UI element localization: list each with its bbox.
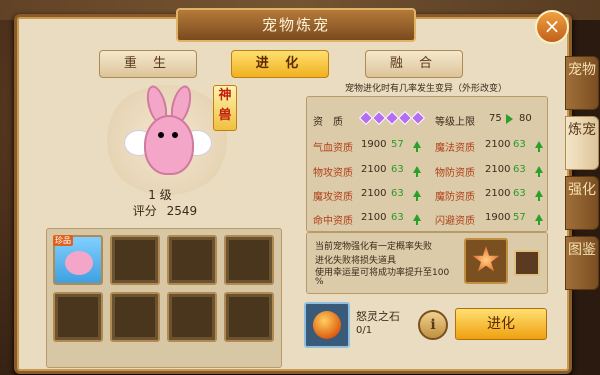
material-slot[interactable] xyxy=(304,302,350,348)
stat-name: 物攻资质 xyxy=(313,168,353,179)
stat-name: 魔法资质 xyxy=(435,143,475,154)
pet-slot[interactable] xyxy=(224,292,274,342)
stat-name: 命中资质 xyxy=(313,216,353,227)
stat-name: 魔防资质 xyxy=(435,192,475,203)
aptitude-gems xyxy=(358,110,426,126)
pet-level: 1 级 xyxy=(148,188,172,202)
fury-spirit-stone-icon xyxy=(313,311,341,339)
evolution-warning-box: 当前宠物强化有一定概率失败 进化失败将损失道具 使用幸运星可将成功率提升至100… xyxy=(306,232,548,294)
stat-value: 1900 xyxy=(361,139,387,150)
level-cap-to: 80 xyxy=(519,113,532,124)
stat-bonus: 63 xyxy=(391,164,404,175)
material-name: 怒灵之石 xyxy=(356,310,400,323)
rare-badge: 珍品 xyxy=(53,235,73,246)
up-arrow-icon xyxy=(535,190,543,201)
level-cap-label: 等级上限 xyxy=(435,117,475,128)
pet-slot[interactable] xyxy=(224,235,274,285)
stat-name: 物防资质 xyxy=(435,168,475,179)
warning-line: 使用幸运星可将成功率提升至100 xyxy=(315,268,450,278)
lucky-star-slot[interactable] xyxy=(464,238,508,284)
pet-slot[interactable] xyxy=(110,292,160,342)
pet-thumbnail-icon xyxy=(65,251,93,275)
stat-name: 魔攻资质 xyxy=(313,192,353,203)
pet-slot[interactable] xyxy=(53,292,103,342)
up-arrow-icon xyxy=(413,166,421,177)
side-tab-refine[interactable]: 炼宠 xyxy=(565,116,599,170)
up-arrow-icon xyxy=(535,141,543,152)
stat-value: 2100 xyxy=(485,188,511,199)
divine-beast-badge: 神兽 xyxy=(213,85,237,131)
up-arrow-icon xyxy=(413,190,421,201)
aptitude-label: 资 质 xyxy=(313,117,343,128)
up-arrow-icon xyxy=(413,214,421,225)
stat-value: 2100 xyxy=(485,139,511,150)
stat-value: 2100 xyxy=(361,212,387,223)
side-tab-enhance[interactable]: 强化 xyxy=(565,176,599,230)
stat-bonus: 63 xyxy=(391,188,404,199)
up-arrow-icon xyxy=(535,166,543,177)
evolve-button[interactable]: 进化 xyxy=(455,308,547,340)
pet-model xyxy=(144,115,194,175)
pet-score: 评分 2549 xyxy=(120,202,210,219)
tab-merge[interactable]: 融 合 xyxy=(365,50,463,78)
pet-slot[interactable] xyxy=(110,235,160,285)
stat-name: 气血资质 xyxy=(313,143,353,154)
side-tab-pet[interactable]: 宠物 xyxy=(565,56,599,110)
material-count: 0/1 xyxy=(356,325,373,336)
warning-line: 当前宠物强化有一定概率失败 xyxy=(315,242,433,252)
stat-bonus: 57 xyxy=(391,139,404,150)
score-label: 评分 xyxy=(132,204,157,218)
stat-bonus: 63 xyxy=(513,164,526,175)
pet-slot-grid: 珍品 xyxy=(46,228,282,368)
evolution-stats-box: 资 质 等级上限 75 80 气血资质 1900 57 魔法资质 2100 63… xyxy=(306,96,548,232)
stat-bonus: 57 xyxy=(513,212,526,223)
stat-value: 2100 xyxy=(485,164,511,175)
stat-bonus: 63 xyxy=(391,212,404,223)
use-lucky-star-checkbox[interactable] xyxy=(514,250,540,276)
stat-bonus: 63 xyxy=(513,188,526,199)
stat-value: 2100 xyxy=(361,164,387,175)
stat-bonus: 63 xyxy=(513,139,526,150)
lucky-star-icon xyxy=(472,246,500,272)
pet-eye xyxy=(172,132,178,138)
level-cap-from: 75 xyxy=(489,113,502,124)
stat-value: 2100 xyxy=(361,188,387,199)
tab-rebirth[interactable]: 重 生 xyxy=(99,50,197,78)
score-value: 2549 xyxy=(166,204,198,218)
pet-eye xyxy=(158,132,164,138)
side-tab-codex[interactable]: 图鉴 xyxy=(565,236,599,290)
stat-name: 闪避资质 xyxy=(435,216,475,227)
arrow-right-icon xyxy=(506,114,513,124)
gem-icon xyxy=(410,110,426,126)
up-arrow-icon xyxy=(535,214,543,225)
tab-evolve[interactable]: 进 化 xyxy=(231,50,329,78)
pet-slot[interactable] xyxy=(167,235,217,285)
up-arrow-icon xyxy=(413,141,421,152)
evolution-note: 宠物进化时有几率发生变异（外形改变） xyxy=(344,84,507,94)
close-icon[interactable]: × xyxy=(535,10,569,44)
pet-slot[interactable] xyxy=(167,292,217,342)
warning-line: % xyxy=(315,277,324,287)
info-button[interactable]: i xyxy=(418,310,448,340)
window-title: 宠物炼宠 xyxy=(176,8,416,42)
pet-slot-selected[interactable]: 珍品 xyxy=(53,235,103,285)
stat-value: 1900 xyxy=(485,212,511,223)
